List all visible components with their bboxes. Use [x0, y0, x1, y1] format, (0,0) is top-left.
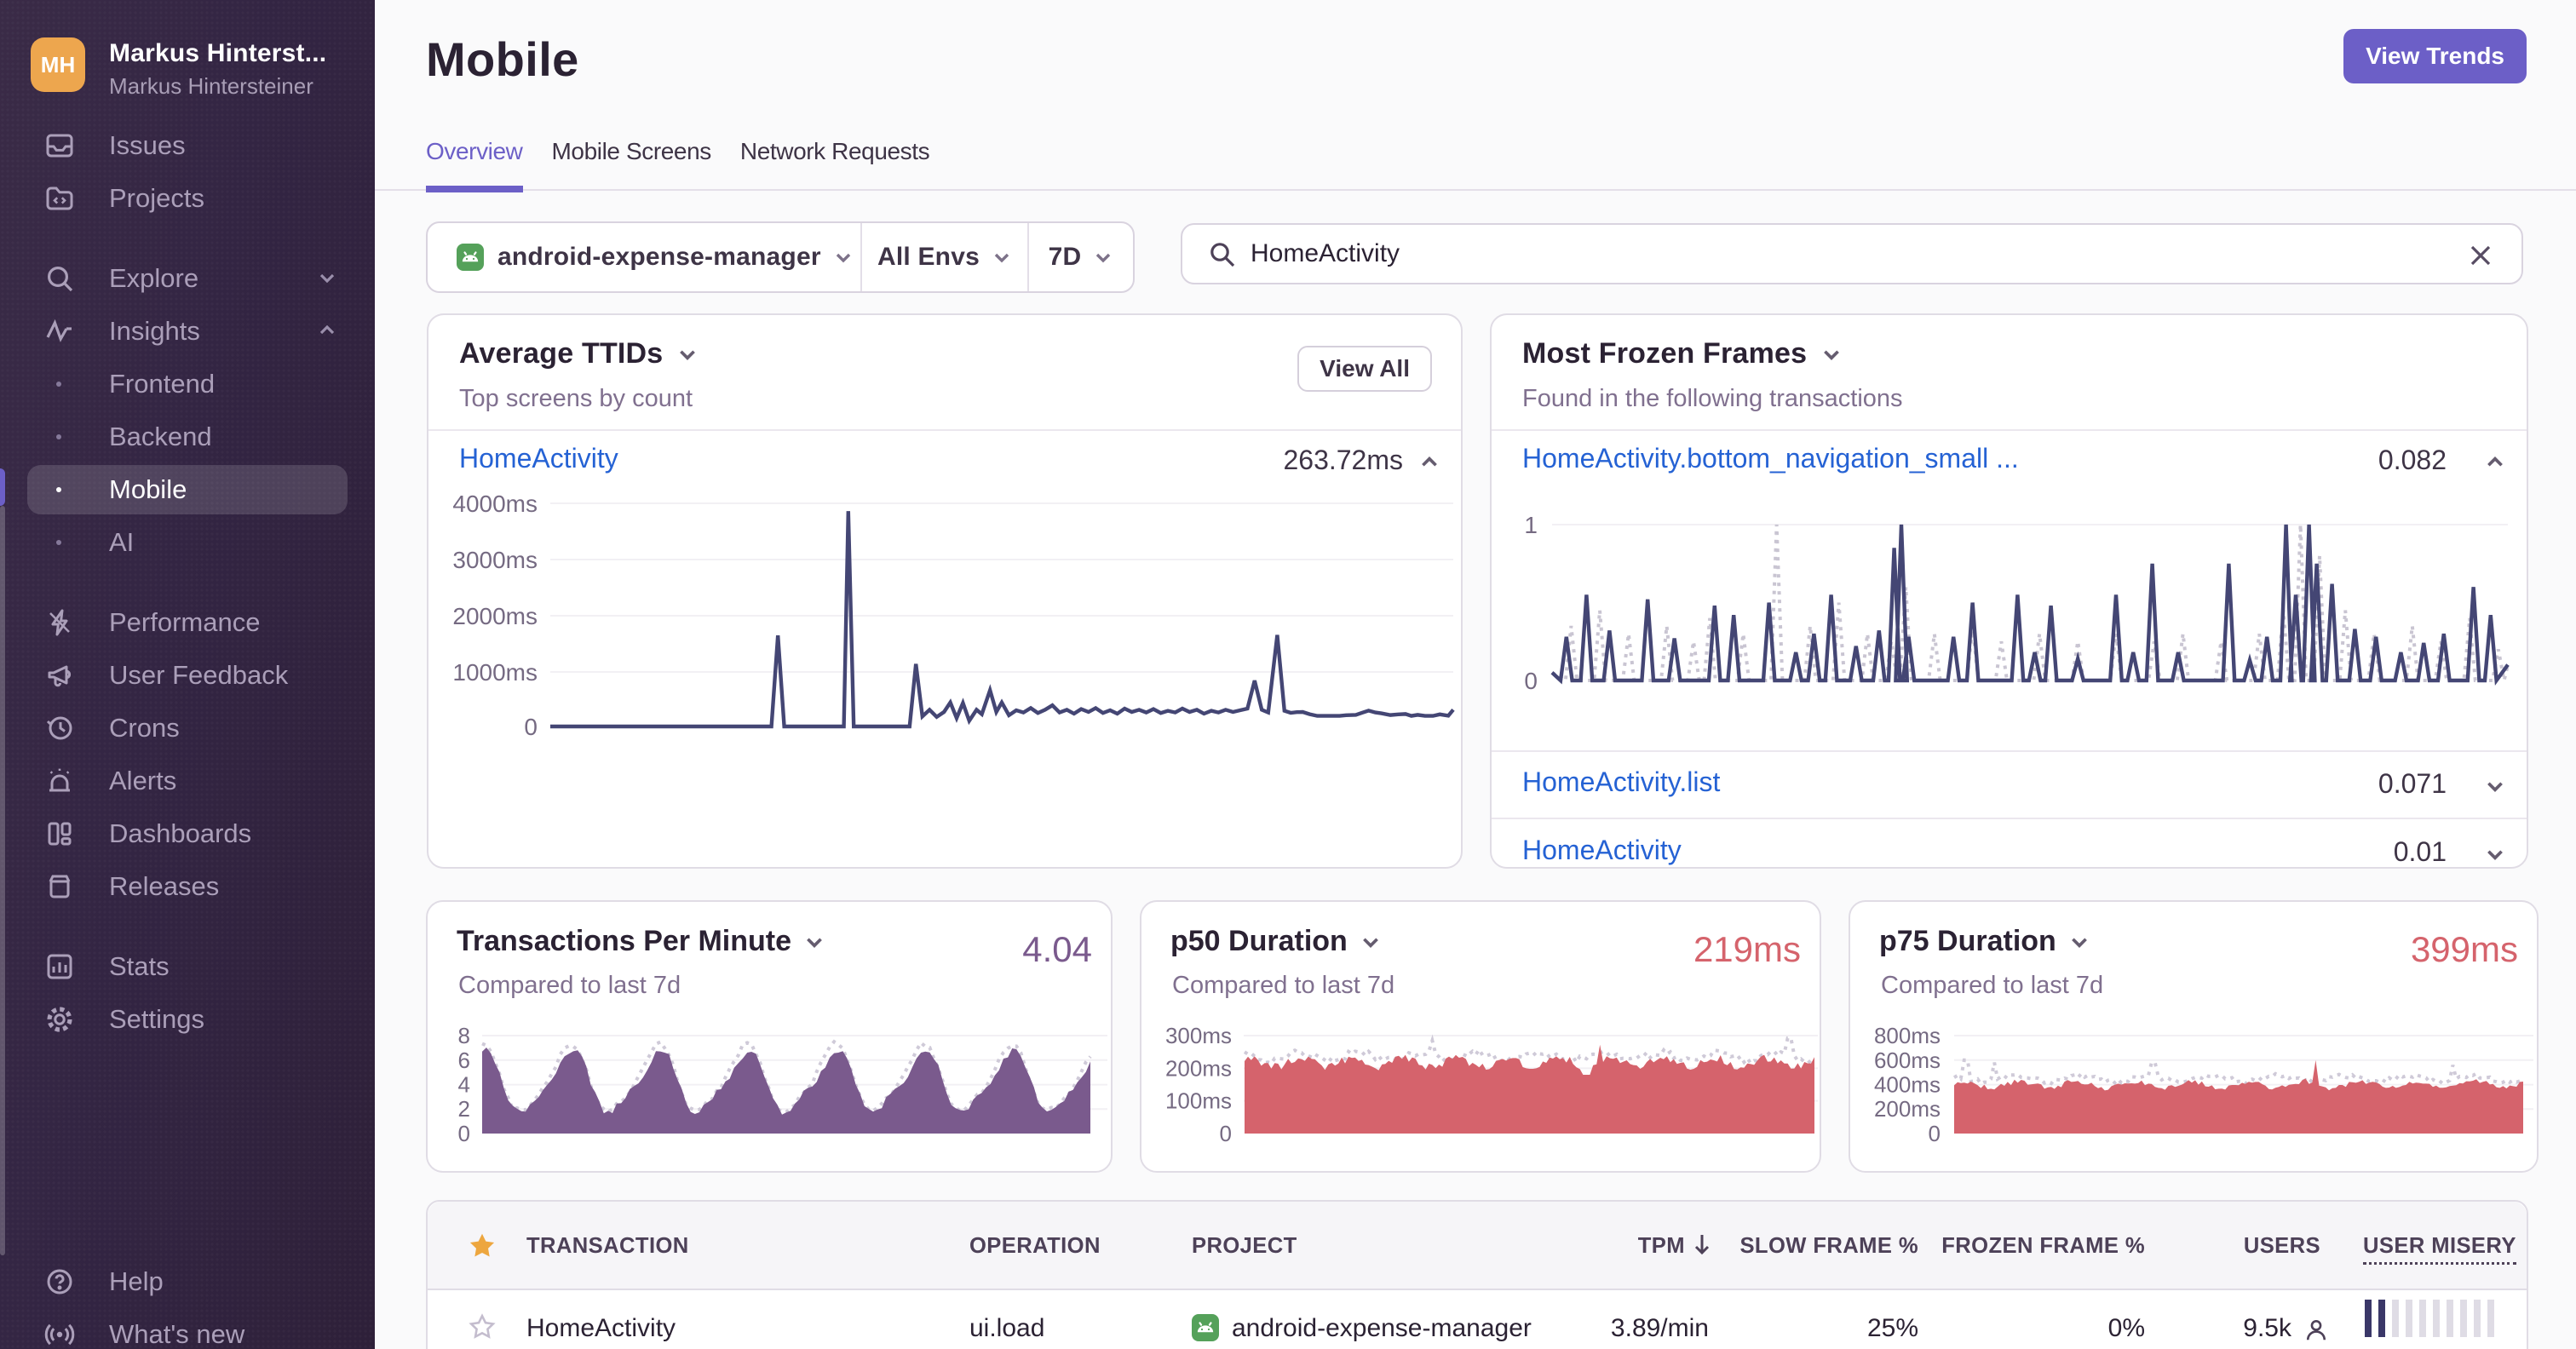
svg-text:0: 0 — [1929, 1121, 1941, 1146]
svg-text:200ms: 200ms — [1874, 1096, 1941, 1122]
svg-text:300ms: 300ms — [1165, 1023, 1232, 1048]
svg-text:8: 8 — [458, 1023, 470, 1048]
svg-text:200ms: 200ms — [1165, 1055, 1232, 1081]
svg-text:1000ms: 1000ms — [452, 659, 538, 686]
svg-text:600ms: 600ms — [1874, 1048, 1941, 1073]
svg-text:6: 6 — [458, 1048, 470, 1073]
svg-text:2000ms: 2000ms — [452, 603, 538, 629]
svg-text:2: 2 — [458, 1096, 470, 1122]
svg-text:1: 1 — [1524, 512, 1538, 538]
svg-text:400ms: 400ms — [1874, 1072, 1941, 1098]
svg-text:0: 0 — [458, 1121, 470, 1146]
svg-text:0: 0 — [524, 714, 538, 740]
svg-text:3000ms: 3000ms — [452, 547, 538, 573]
svg-text:4000ms: 4000ms — [452, 491, 538, 517]
svg-text:0: 0 — [1524, 668, 1538, 694]
svg-text:0: 0 — [1220, 1121, 1232, 1146]
svg-text:800ms: 800ms — [1874, 1023, 1941, 1048]
svg-text:100ms: 100ms — [1165, 1088, 1232, 1114]
svg-text:4: 4 — [458, 1072, 470, 1098]
